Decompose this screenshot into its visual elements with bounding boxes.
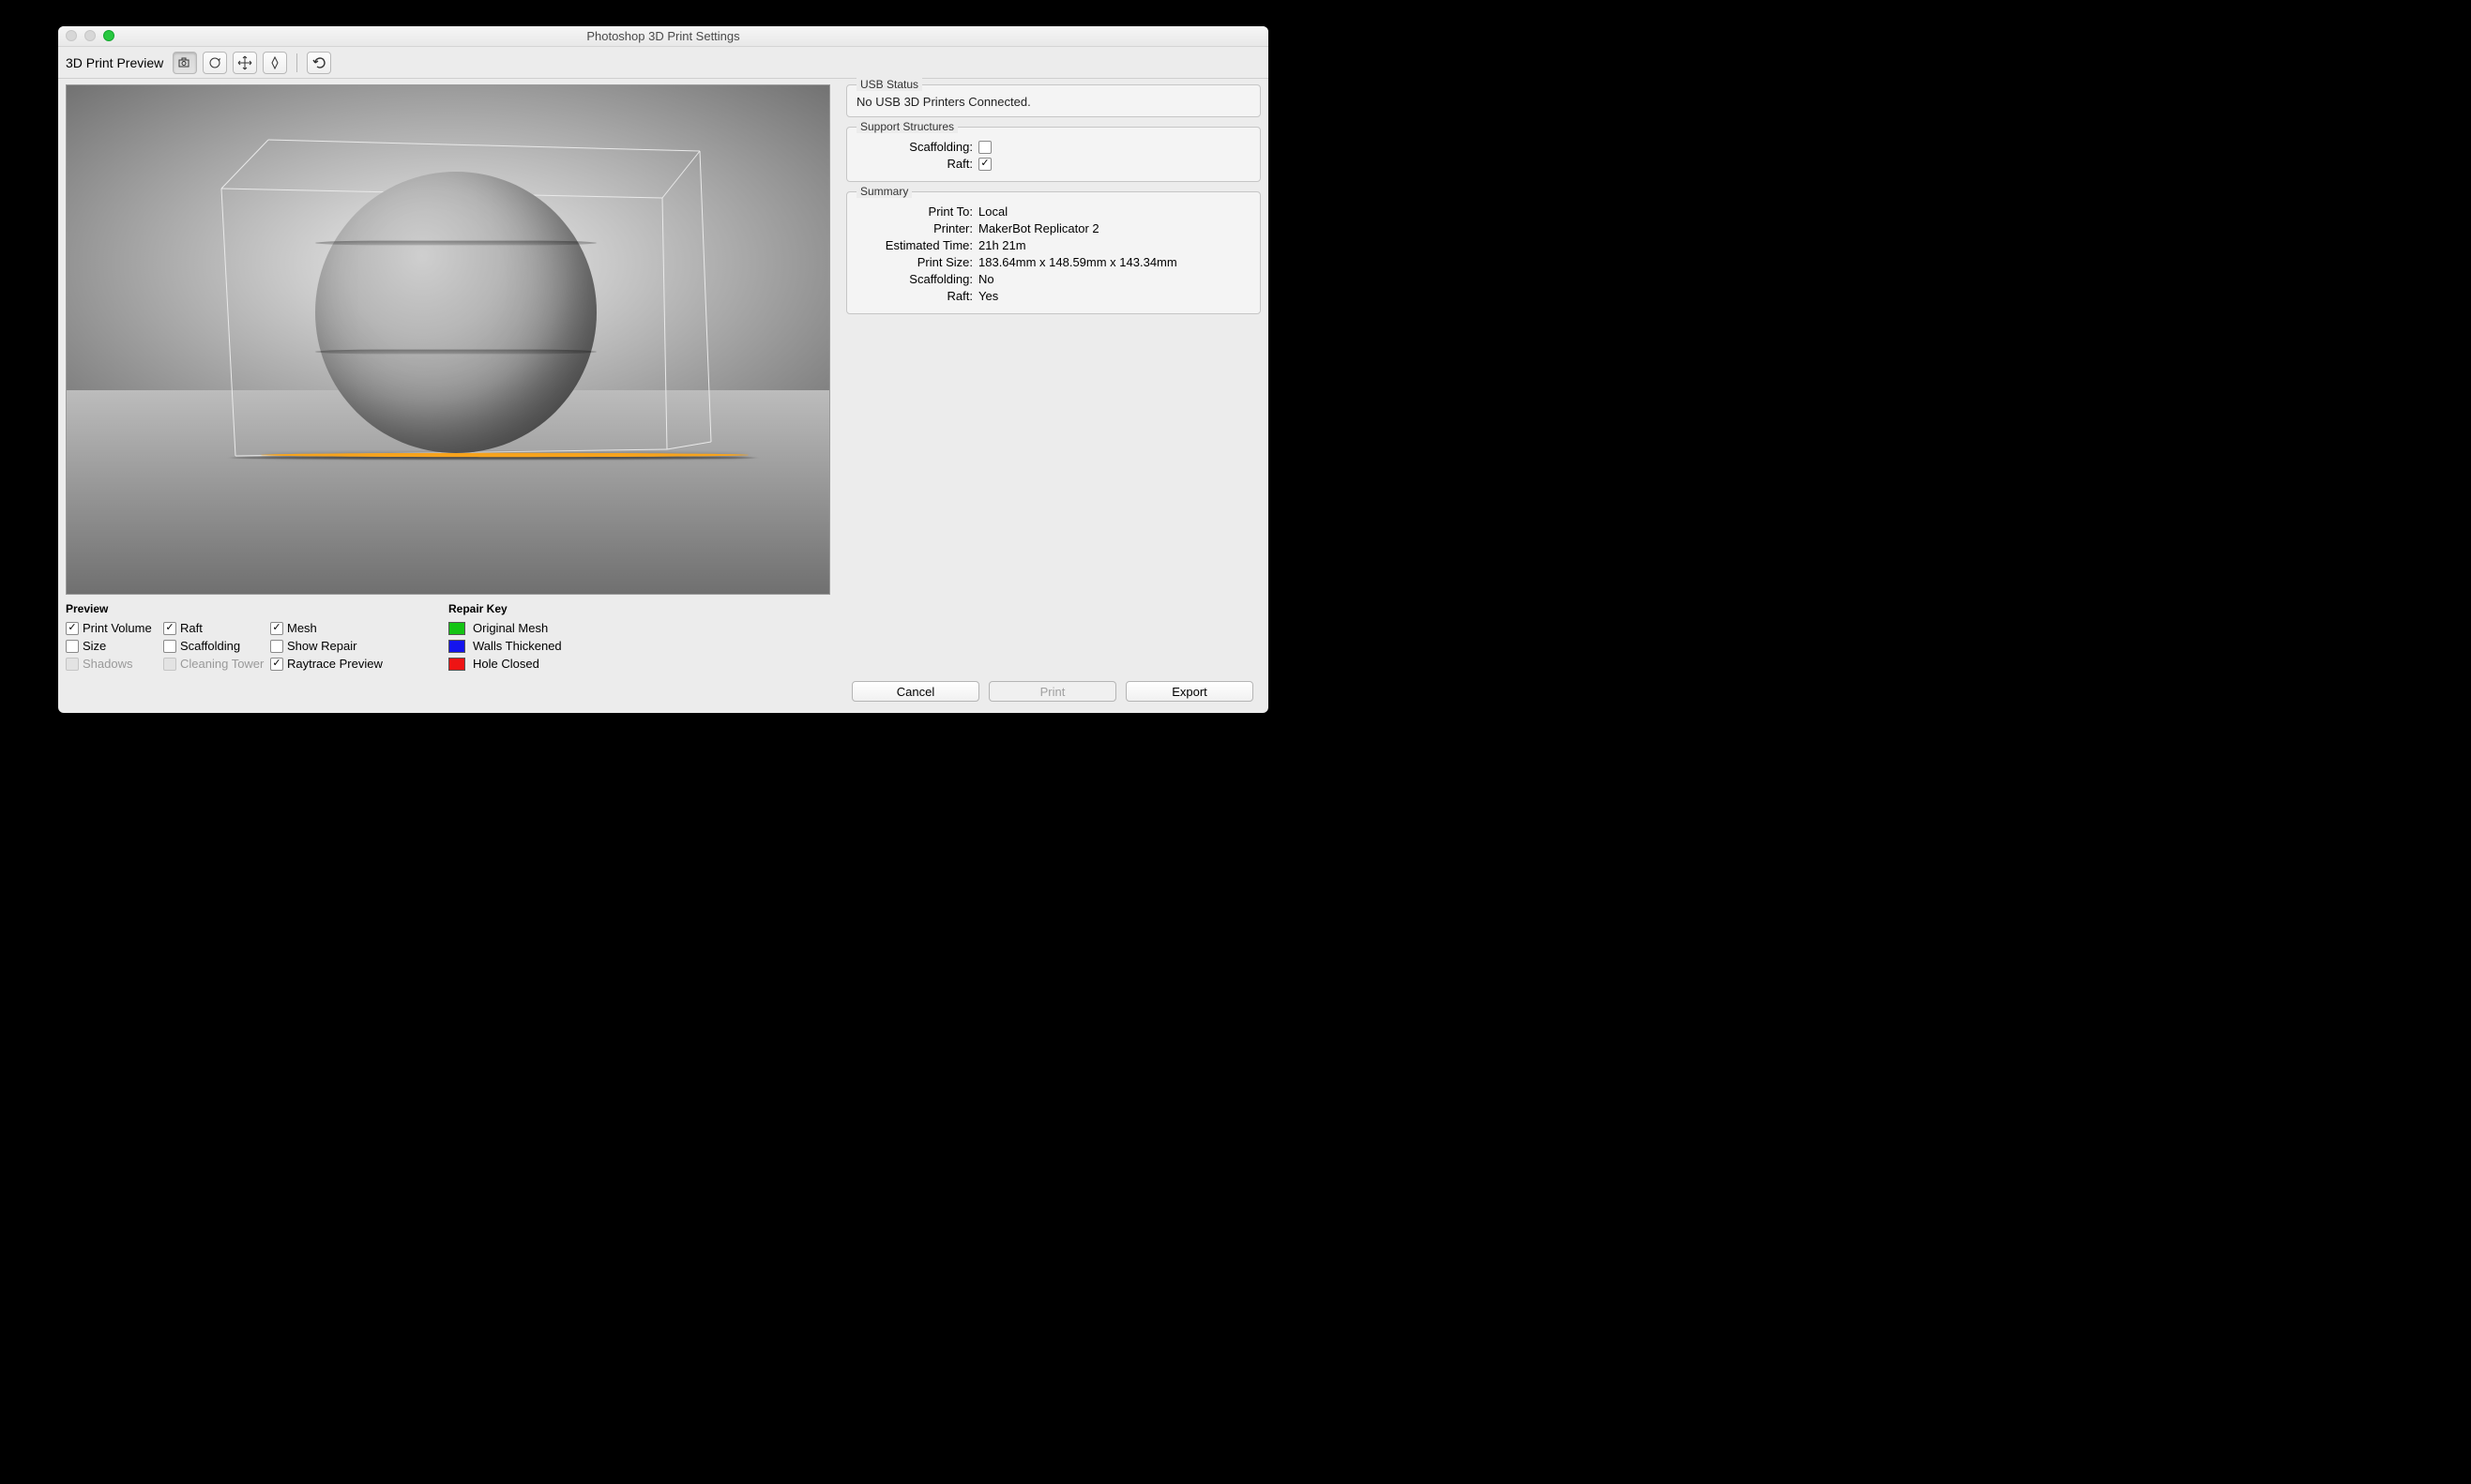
raft-preview-label: Raft (180, 621, 203, 635)
hole-closed-label: Hole Closed (473, 657, 539, 671)
export-button[interactable]: Export (1126, 681, 1253, 702)
raft-plate (261, 453, 749, 457)
dialog-button-row: Cancel Print Export (852, 681, 1253, 702)
summary-raft-label: Raft: (857, 289, 978, 303)
mesh-label: Mesh (287, 621, 317, 635)
rotate-tool-button[interactable] (203, 52, 227, 74)
preview-mesh-sphere (315, 172, 597, 453)
cleaning-tower-checkbox (163, 658, 176, 671)
summary-scaffolding-label: Scaffolding: (857, 272, 978, 286)
camera-icon (177, 55, 192, 70)
settings-window: Photoshop 3D Print Settings 3D Print Pre… (58, 26, 1268, 713)
scaffolding-preview-checkbox[interactable] (163, 640, 176, 653)
pan-icon (237, 55, 252, 70)
show-repair-label: Show Repair (287, 639, 356, 653)
usb-status-legend: USB Status (857, 78, 922, 91)
raft-option-checkbox[interactable] (978, 158, 992, 171)
support-structures-legend: Support Structures (857, 120, 958, 133)
mesh-checkbox[interactable] (270, 622, 283, 635)
walls-thickened-swatch (448, 640, 465, 653)
print-to-label: Print To: (857, 204, 978, 219)
summary-fieldset: Summary Print To:Local Printer:MakerBot … (846, 191, 1261, 314)
pan-tool-button[interactable] (233, 52, 257, 74)
summary-legend: Summary (857, 185, 912, 198)
right-column: USB Status No USB 3D Printers Connected.… (846, 84, 1261, 705)
size-label: Size (83, 639, 106, 653)
raft-preview-checkbox[interactable] (163, 622, 176, 635)
orbit-tool-button[interactable] (263, 52, 287, 74)
preview-viewport[interactable] (66, 84, 830, 595)
toolbar-label: 3D Print Preview (66, 55, 163, 70)
usb-status-message: No USB 3D Printers Connected. (857, 95, 1251, 109)
scaffolding-option-label: Scaffolding: (857, 140, 978, 154)
below-preview-row: Preview Print Volume Raft Mesh Size Scaf… (66, 595, 835, 674)
print-to-value: Local (978, 204, 1008, 219)
toolbar-separator (296, 53, 297, 72)
cleaning-tower-label: Cleaning Tower (180, 657, 264, 671)
support-structures-fieldset: Support Structures Scaffolding: Raft: (846, 127, 1261, 182)
original-mesh-label: Original Mesh (473, 621, 548, 635)
scaffolding-preview-label: Scaffolding (180, 639, 240, 653)
print-button: Print (989, 681, 1116, 702)
left-column: Preview Print Volume Raft Mesh Size Scaf… (66, 84, 835, 705)
estimated-time-label: Estimated Time: (857, 238, 978, 252)
rotate-icon (207, 55, 222, 70)
dialog-body: Preview Print Volume Raft Mesh Size Scaf… (58, 79, 1268, 713)
hole-closed-swatch (448, 658, 465, 671)
traffic-lights (66, 30, 114, 41)
preview-heading: Preview (66, 602, 392, 615)
cancel-button[interactable]: Cancel (852, 681, 979, 702)
show-repair-checkbox[interactable] (270, 640, 283, 653)
toolbar: 3D Print Preview (58, 47, 1268, 79)
window-title: Photoshop 3D Print Settings (586, 29, 739, 43)
close-window-button[interactable] (66, 30, 77, 41)
print-volume-checkbox[interactable] (66, 622, 79, 635)
minimize-window-button[interactable] (84, 30, 96, 41)
titlebar: Photoshop 3D Print Settings (58, 26, 1268, 47)
summary-raft-value: Yes (978, 289, 998, 303)
original-mesh-swatch (448, 622, 465, 635)
printer-value: MakerBot Replicator 2 (978, 221, 1099, 235)
undo-tool-button[interactable] (307, 52, 331, 74)
print-size-label: Print Size: (857, 255, 978, 269)
shadows-checkbox (66, 658, 79, 671)
printer-label: Printer: (857, 221, 978, 235)
raytrace-checkbox[interactable] (270, 658, 283, 671)
shadows-label: Shadows (83, 657, 132, 671)
preview-options: Preview Print Volume Raft Mesh Size Scaf… (66, 602, 392, 674)
estimated-time-value: 21h 21m (978, 238, 1026, 252)
maximize-window-button[interactable] (103, 30, 114, 41)
usb-status-fieldset: USB Status No USB 3D Printers Connected. (846, 84, 1261, 117)
raytrace-label: Raytrace Preview (287, 657, 383, 671)
summary-scaffolding-value: No (978, 272, 994, 286)
undo-icon (311, 55, 326, 70)
camera-tool-button[interactable] (173, 52, 197, 74)
walls-thickened-label: Walls Thickened (473, 639, 562, 653)
repair-key-heading: Repair Key (448, 602, 562, 615)
repair-key: Repair Key Original Mesh Walls Thickened… (448, 602, 562, 674)
mesh-seam (315, 241, 597, 246)
scaffolding-option-checkbox[interactable] (978, 141, 992, 154)
print-volume-label: Print Volume (83, 621, 152, 635)
print-size-value: 183.64mm x 148.59mm x 143.34mm (978, 255, 1177, 269)
raft-option-label: Raft: (857, 157, 978, 171)
size-checkbox[interactable] (66, 640, 79, 653)
orbit-icon (267, 55, 282, 70)
mesh-seam (315, 350, 597, 355)
